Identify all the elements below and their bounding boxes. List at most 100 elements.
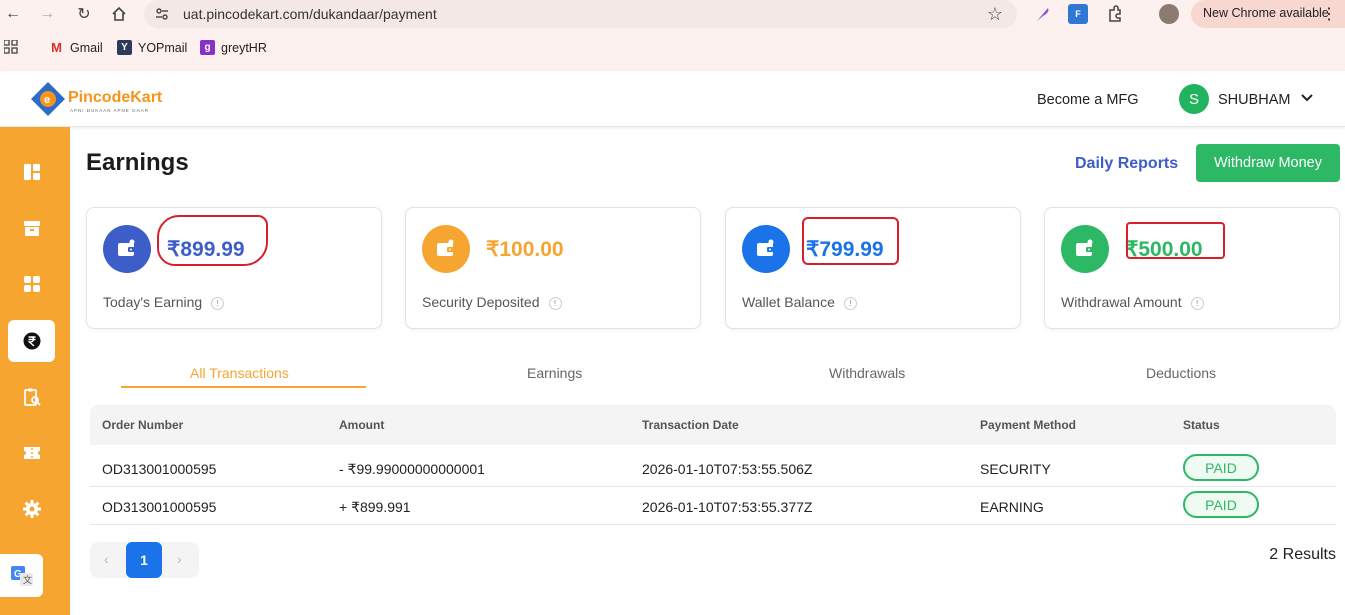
daily-reports-link[interactable]: Daily Reports xyxy=(1075,155,1178,173)
column-header-status[interactable]: Status xyxy=(1183,418,1220,432)
info-icon[interactable]: ! xyxy=(211,297,225,310)
profile-avatar[interactable] xyxy=(1159,4,1179,24)
url-text[interactable]: uat.pincodekart.com/dukandaar/payment xyxy=(183,6,437,22)
column-header-order-number[interactable]: Order Number xyxy=(102,418,183,432)
svg-text:e: e xyxy=(44,94,50,106)
page-1-button[interactable]: 1 xyxy=(126,542,162,578)
active-tab-indicator xyxy=(121,386,366,388)
logo-diamond-icon: e xyxy=(31,82,65,116)
order-number-cell: OD313001000595 xyxy=(102,461,217,477)
extensions-puzzle-icon[interactable] xyxy=(1105,4,1125,24)
prev-page-button[interactable]: ‹ xyxy=(104,551,109,567)
withdrawal-amount-label: Withdrawal Amount! xyxy=(1061,294,1204,310)
sidebar-item-payments[interactable] xyxy=(8,320,55,362)
column-header-amount[interactable]: Amount xyxy=(339,418,384,432)
google-translate-button[interactable]: G文 xyxy=(0,554,43,597)
site-info-icon[interactable] xyxy=(154,6,170,22)
pagination: ‹ 1 › xyxy=(90,542,199,578)
annotation-mark xyxy=(157,215,268,266)
yopmail-icon: Y xyxy=(117,40,132,55)
security-deposited-card: ₹100.00 Security Deposited! xyxy=(405,207,701,329)
info-icon[interactable]: ! xyxy=(548,297,562,310)
user-name[interactable]: SHUBHAM xyxy=(1218,92,1291,108)
security-deposited-label: Security Deposited! xyxy=(422,294,562,310)
wallet-balance-label: Wallet Balance! xyxy=(742,294,857,310)
apps-grid-icon[interactable] xyxy=(4,40,18,54)
tab-withdrawals[interactable]: Withdrawals xyxy=(829,365,905,381)
dashboard-icon xyxy=(23,164,40,180)
bookmark-gmail[interactable]: M Gmail xyxy=(49,40,103,55)
logo-text: PincodeKart xyxy=(68,89,163,106)
feather-extension-icon[interactable] xyxy=(1033,4,1053,24)
transaction-tabs: All Transactions Earnings Withdrawals De… xyxy=(86,357,1336,390)
translate-icon: G文 xyxy=(10,565,33,586)
card-label-text: Security Deposited xyxy=(422,294,540,310)
annotation-mark xyxy=(802,217,899,265)
bookmark-star-icon[interactable]: ☆ xyxy=(987,4,1003,25)
bookmark-greythr[interactable]: g greytHR xyxy=(200,40,267,55)
payment-method-cell: EARNING xyxy=(980,499,1044,515)
gmail-icon: M xyxy=(51,40,62,55)
sidebar-item-dashboard[interactable] xyxy=(8,151,55,193)
transaction-date-cell: 2026-01-10T07:53:55.377Z xyxy=(642,499,813,515)
card-label-text: Wallet Balance xyxy=(742,294,835,310)
card-label-text: Today's Earning xyxy=(103,294,203,310)
app-header: e PincodeKart APNI DUKAAN APNE GHAR Beco… xyxy=(0,71,1345,127)
info-icon[interactable]: ! xyxy=(843,297,857,310)
browser-chrome: ← → ↻ uat.pincodekart.com/dukandaar/paym… xyxy=(0,0,1345,71)
tab-earnings[interactable]: Earnings xyxy=(527,365,582,381)
annotation-mark xyxy=(1126,222,1225,259)
logo-tagline: APNI DUKAAN APNE GHAR xyxy=(70,108,150,113)
sidebar: G文 xyxy=(0,127,70,615)
svg-text:文: 文 xyxy=(23,574,32,586)
ticket-icon xyxy=(23,447,40,459)
order-number-cell: OD313001000595 xyxy=(102,499,217,515)
bookmarks-bar: M Gmail Y YOPmail g greytHR xyxy=(0,38,1345,60)
bookmark-label: greytHR xyxy=(221,40,267,55)
todays-earning-label: Today's Earning! xyxy=(103,294,225,310)
back-icon[interactable]: ← xyxy=(2,3,24,25)
pincodekart-logo[interactable]: e PincodeKart APNI DUKAAN APNE GHAR xyxy=(28,79,178,119)
table-row[interactable]: OD313001000595 + ₹899.991 2026-01-10T07:… xyxy=(90,487,1336,525)
new-chrome-label: New Chrome available xyxy=(1203,6,1329,20)
user-avatar[interactable]: S xyxy=(1179,84,1209,114)
address-bar[interactable]: uat.pincodekart.com/dukandaar/payment ☆ xyxy=(144,0,1017,28)
wallet-icon xyxy=(422,225,470,273)
reload-icon[interactable]: ↻ xyxy=(73,3,95,25)
transaction-date-cell: 2026-01-10T07:53:55.506Z xyxy=(642,461,813,477)
become-mfg-link[interactable]: Become a MFG xyxy=(1037,92,1139,108)
extension-icon[interactable]: F xyxy=(1068,4,1088,24)
next-page-button[interactable]: › xyxy=(177,551,182,567)
table-row[interactable]: OD313001000595 - ₹99.99000000000001 2026… xyxy=(90,449,1336,487)
column-header-transaction-date[interactable]: Transaction Date xyxy=(642,418,739,432)
status-badge: PAID xyxy=(1183,491,1259,518)
column-header-payment-method[interactable]: Payment Method xyxy=(980,418,1076,432)
rupee-icon xyxy=(23,332,40,350)
chevron-down-icon[interactable] xyxy=(1301,91,1313,107)
amount-cell: - ₹99.99000000000001 xyxy=(339,461,485,477)
withdraw-money-button[interactable]: Withdraw Money xyxy=(1196,144,1340,182)
menu-dots-icon[interactable]: ⋮ xyxy=(1321,4,1337,24)
card-label-text: Withdrawal Amount xyxy=(1061,294,1182,310)
tab-all-transactions[interactable]: All Transactions xyxy=(190,365,289,381)
home-icon[interactable] xyxy=(108,3,130,25)
payment-method-cell: SECURITY xyxy=(980,461,1051,477)
info-icon[interactable]: ! xyxy=(1190,297,1204,310)
sidebar-item-store[interactable] xyxy=(8,207,55,249)
security-deposited-value: ₹100.00 xyxy=(486,238,564,261)
bookmark-label: YOPmail xyxy=(138,40,188,55)
store-icon xyxy=(23,221,40,236)
forward-icon[interactable]: → xyxy=(36,3,58,25)
new-chrome-button[interactable]: New Chrome available ⋮ xyxy=(1191,0,1345,28)
tab-deductions[interactable]: Deductions xyxy=(1146,365,1216,381)
sidebar-item-grid[interactable] xyxy=(8,263,55,305)
table-header: Order Number Amount Transaction Date Pay… xyxy=(90,405,1336,445)
sidebar-item-settings[interactable] xyxy=(8,488,55,530)
amount-cell: + ₹899.991 xyxy=(339,499,411,515)
sidebar-item-tickets[interactable] xyxy=(8,432,55,474)
sidebar-item-reports[interactable] xyxy=(8,376,55,418)
bookmark-label: Gmail xyxy=(70,40,103,55)
grid-icon xyxy=(23,276,40,292)
wallet-icon xyxy=(103,225,151,273)
bookmark-yopmail[interactable]: Y YOPmail xyxy=(117,40,187,55)
